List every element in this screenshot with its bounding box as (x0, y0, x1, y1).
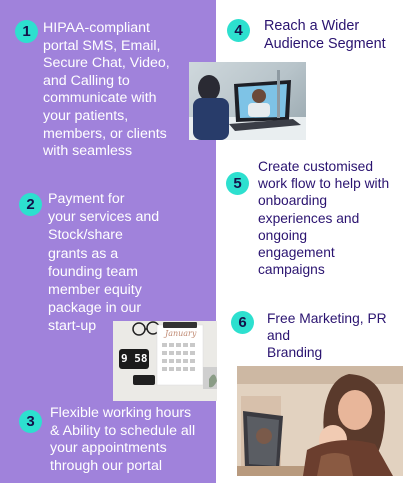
video-call-photo (189, 62, 306, 140)
badge-2: 2 (19, 193, 42, 216)
badge-3: 3 (19, 410, 42, 433)
item-5-text: Create customised work flow to help with… (258, 159, 390, 278)
desk-calendar-photo: 9 58 January (113, 321, 217, 401)
mother-baby-laptop-photo (237, 366, 403, 476)
item-4-text: Reach a Wider Audience Segment (264, 18, 386, 52)
badge-6: 6 (231, 311, 254, 334)
item-6-text: Free Marketing, PR and Branding (267, 311, 387, 361)
item-1-text: HIPAA-compliant portal SMS, Email, Secur… (43, 20, 170, 160)
item-3-text: Flexible working hours & Ability to sche… (50, 405, 196, 474)
video-call-illustration (189, 70, 306, 140)
mother-baby-illustration (237, 366, 403, 476)
badge-4: 4 (227, 19, 250, 42)
badge-1: 1 (15, 20, 38, 43)
badge-5: 5 (226, 172, 249, 195)
clock-time-display: 9 58 (121, 352, 148, 365)
item-2-text: Payment for your services and Stock/shar… (48, 191, 160, 335)
calendar-title: January (165, 329, 197, 338)
